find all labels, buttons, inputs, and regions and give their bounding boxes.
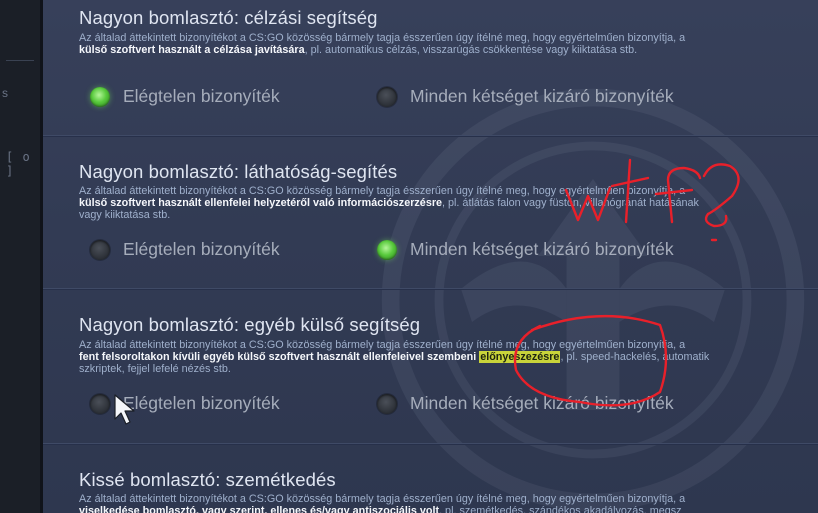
radio-label: Elégtelen bizonyíték	[123, 239, 280, 259]
section-divider	[43, 135, 818, 137]
radio-beyond-doubt[interactable]: Minden kétséget kizáró bizonyíték	[377, 393, 674, 414]
sidebar-text-fragment: s	[2, 86, 8, 100]
radio-label: Minden kétséget kizáró bizonyíték	[410, 86, 674, 106]
radio-label: Minden kétséget kizáró bizonyíték	[410, 393, 674, 413]
sidebar-text-fragment: [ o ]	[6, 150, 31, 178]
section-description: Az általad áttekintett bizonyítékot a CS…	[79, 185, 699, 221]
left-sidebar-edge: s [ o ]	[0, 0, 40, 513]
radio-unselected-icon	[90, 239, 110, 260]
radio-label: Minden kétséget kizáró bizonyíték	[410, 239, 674, 259]
section-description: Az általad áttekintett bizonyítékot a CS…	[79, 32, 686, 56]
sidebar-divider	[6, 60, 34, 61]
radio-insufficient-evidence[interactable]: Elégtelen bizonyíték	[90, 86, 280, 107]
radio-beyond-doubt[interactable]: Minden kétséget kizáró bizonyíték	[377, 86, 674, 107]
counter-terrorist-emblem-watermark	[381, 88, 805, 512]
section-title: Nagyon bomlasztó: egyéb külső segítség	[79, 314, 421, 335]
section-title: Nagyon bomlasztó: láthatóság-segítés	[79, 161, 398, 182]
radio-unselected-icon	[377, 86, 397, 107]
radio-selected-icon	[377, 239, 397, 260]
radio-label: Elégtelen bizonyíték	[123, 86, 280, 106]
section-title: Nagyon bomlasztó: célzási segítség	[79, 7, 378, 28]
radio-beyond-doubt[interactable]: Minden kétséget kizáró bizonyíték	[377, 239, 674, 260]
section-description: Az általad áttekintett bizonyítékot a CS…	[79, 339, 710, 375]
radio-insufficient-evidence[interactable]: Elégtelen bizonyíték	[90, 239, 280, 260]
section-description: Az általad áttekintett bizonyítékot a CS…	[79, 493, 686, 513]
section-divider	[43, 288, 818, 290]
highlighted-term: előnyeszezésre	[479, 351, 561, 363]
mouse-cursor-icon	[114, 394, 135, 425]
radio-label: Elégtelen bizonyíték	[123, 393, 280, 413]
radio-unselected-icon	[377, 393, 397, 414]
radio-unselected-icon	[90, 393, 110, 414]
section-divider	[43, 443, 818, 445]
verdict-panel: Nagyon bomlasztó: célzási segítség Az ál…	[43, 0, 818, 513]
radio-selected-icon	[90, 86, 110, 107]
section-title: Kissé bomlasztó: szemétkedés	[79, 469, 336, 490]
